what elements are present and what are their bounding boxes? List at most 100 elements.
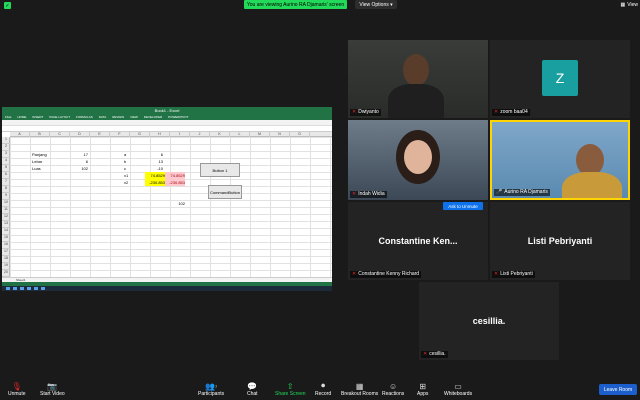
row-header[interactable]: 12: [2, 214, 10, 221]
row-header[interactable]: 1: [2, 137, 10, 144]
cell-b-label[interactable]: b: [124, 158, 126, 165]
row-header[interactable]: 14: [2, 228, 10, 235]
excel-tab[interactable]: FORMULAS: [76, 115, 93, 119]
excel-tab[interactable]: FILE: [5, 115, 11, 119]
video-tile-constantine[interactable]: Ask to Unmute Constantine Ken... ✕ Const…: [348, 202, 488, 280]
command-button[interactable]: CommandButton: [208, 185, 242, 199]
breakout-rooms-icon: ▦: [355, 381, 364, 391]
muted-mic-icon: ✕: [352, 271, 357, 277]
video-tile-aurino[interactable]: 🎤 Aurino RA Djamaris: [490, 120, 630, 200]
leave-room-button[interactable]: Leave Room: [599, 384, 637, 395]
row-header[interactable]: 6: [2, 172, 10, 179]
whiteboards-button[interactable]: ▭ Whiteboards: [444, 381, 473, 398]
row-header[interactable]: 7: [2, 179, 10, 186]
view-button[interactable]: ▦ View: [614, 1, 638, 9]
cell-x1-label[interactable]: x1: [124, 172, 128, 179]
taskbar-app-icon[interactable]: [41, 287, 45, 290]
cell-x1-value[interactable]: 74.8529: [145, 172, 165, 179]
shield-icon[interactable]: ✓: [4, 2, 11, 9]
video-tile-zoom[interactable]: Z ✕ zoom baa04: [490, 40, 630, 118]
row-header[interactable]: 9: [2, 193, 10, 200]
row-header[interactable]: 18: [2, 256, 10, 263]
cell-x2-label[interactable]: x2: [124, 179, 128, 186]
row-header[interactable]: 2: [2, 144, 10, 151]
taskbar-app-icon[interactable]: [34, 287, 38, 290]
grid-icon: ▦: [620, 2, 626, 8]
cell-x2-value[interactable]: -230.853: [145, 179, 165, 186]
participant-name: Aurino RA Djamaris: [504, 189, 548, 195]
cell-panjang-label[interactable]: Panjang: [32, 151, 47, 158]
row-header[interactable]: 13: [2, 221, 10, 228]
participant-body: [562, 172, 622, 198]
reactions-button[interactable]: ☺ Reactions: [382, 381, 404, 398]
participants-button[interactable]: 👥 7 Participants: [198, 381, 224, 398]
video-tile-cesillia[interactable]: cesillia. ✕ cesillia.: [419, 282, 559, 360]
row-header[interactable]: 15: [2, 235, 10, 242]
excel-tab[interactable]: DATA: [99, 115, 107, 119]
excel-tab[interactable]: HOME: [17, 115, 26, 119]
excel-tab[interactable]: REVIEW: [112, 115, 124, 119]
video-tile-indah[interactable]: ✕ Indah Widia: [348, 120, 488, 200]
unmute-button[interactable]: 🎙 Unmute: [8, 381, 26, 398]
apps-label: Apps: [417, 391, 429, 397]
start-icon[interactable]: [6, 287, 10, 290]
start-video-button[interactable]: 📷 Start Video: [40, 381, 65, 398]
excel-tab[interactable]: DEVELOPER: [144, 115, 162, 119]
cell-luas-label[interactable]: Luas: [32, 165, 41, 172]
row-header[interactable]: 8: [2, 186, 10, 193]
share-screen-button[interactable]: ⇧ Share Screen: [275, 381, 306, 398]
taskbar-app-icon[interactable]: [13, 287, 17, 290]
row-header[interactable]: 3: [2, 151, 10, 158]
cell-x1-value-2[interactable]: 74.8529: [165, 172, 185, 179]
chat-button[interactable]: 💬 Chat: [247, 381, 258, 398]
cell-lebar-label[interactable]: Lebar: [32, 158, 42, 165]
video-tile-dwiyanto[interactable]: ✕ Dwiyanto: [348, 40, 488, 118]
view-label: View: [627, 2, 638, 8]
row-header[interactable]: 17: [2, 249, 10, 256]
whiteboard-icon: ▭: [454, 381, 462, 391]
whiteboards-label: Whiteboards: [444, 391, 473, 397]
muted-mic-icon: ✕: [423, 351, 428, 357]
cell-luas-value[interactable]: 102: [70, 165, 88, 172]
cell-x2-value-2[interactable]: -230.853: [165, 179, 185, 186]
cell-lebar-value[interactable]: 6: [70, 158, 88, 165]
cell-a-value[interactable]: 6: [145, 151, 163, 158]
breakout-rooms-button[interactable]: ▦ Breakout Rooms: [341, 381, 378, 398]
excel-tab[interactable]: PAGE LAYOUT: [49, 115, 70, 119]
participants-count: 7: [214, 383, 218, 389]
apps-button[interactable]: ⊞ Apps: [417, 381, 429, 398]
cell-panjang-value[interactable]: 17: [70, 151, 88, 158]
muted-mic-icon: ✕: [352, 191, 357, 197]
cell-a-label[interactable]: a: [124, 151, 126, 158]
cell-h11-value[interactable]: 102: [165, 200, 185, 207]
record-button[interactable]: ⏺ Record: [315, 381, 331, 397]
name-tag: ✕ Constantine Kenny Richard: [350, 271, 422, 278]
meeting-toolbar: 🎙 Unmute 📷 Start Video 👥 7 Participants 💬…: [0, 377, 640, 400]
cell-c-label[interactable]: c: [124, 165, 126, 172]
row-header[interactable]: 5: [2, 165, 10, 172]
start-video-label: Start Video: [40, 391, 65, 397]
row-header[interactable]: 20: [2, 270, 10, 277]
row-header[interactable]: 4: [2, 158, 10, 165]
mic-icon: 🎤: [496, 189, 503, 195]
excel-tab[interactable]: POWERPIVOT: [168, 115, 188, 119]
cell-b-value[interactable]: 13: [145, 158, 163, 165]
ask-to-unmute-button[interactable]: Ask to Unmute: [443, 202, 483, 210]
name-tag: ✕ Indah Widia: [350, 191, 387, 198]
row-header[interactable]: 10: [2, 200, 10, 207]
windows-taskbar: [2, 286, 332, 291]
taskbar-app-icon[interactable]: [20, 287, 24, 290]
excel-tab[interactable]: VIEW: [130, 115, 138, 119]
excel-grid[interactable]: Panjang 17 a 6 Lebar 6 b 13 Luas 102 c -…: [10, 137, 332, 277]
excel-tab[interactable]: INSERT: [32, 115, 43, 119]
row-header[interactable]: 16: [2, 242, 10, 249]
chat-label: Chat: [247, 391, 258, 397]
row-header[interactable]: 19: [2, 263, 10, 270]
excel-row-headers: 1 2 3 4 5 6 7 8 9 10 11 12 13 14 15 16 1…: [2, 137, 10, 277]
cell-c-value[interactable]: -10: [145, 165, 163, 172]
button-1[interactable]: Button 1: [200, 163, 240, 177]
row-header[interactable]: 11: [2, 207, 10, 214]
video-tile-listi[interactable]: Listi Pebriyanti ✕ Listi Pebriyanti: [490, 202, 630, 280]
view-options-button[interactable]: View Options ▾: [355, 0, 397, 9]
taskbar-app-icon[interactable]: [27, 287, 31, 290]
